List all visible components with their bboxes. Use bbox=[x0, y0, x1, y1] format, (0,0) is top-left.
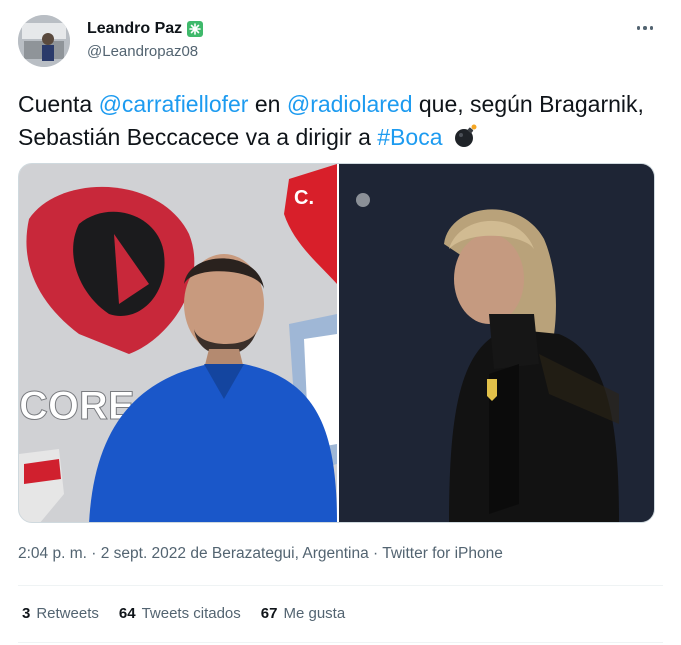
tweet-time[interactable]: 2:04 p. m. bbox=[18, 545, 87, 562]
bomb-icon bbox=[453, 123, 479, 158]
likes-stat[interactable]: 67 Me gusta bbox=[261, 605, 345, 622]
tweet-stats: 3 Retweets 64 Tweets citados 67 Me gusta bbox=[22, 605, 345, 622]
sparkle-badge-icon bbox=[187, 21, 204, 37]
retweets-stat[interactable]: 3 Retweets bbox=[22, 605, 99, 622]
retweets-label: Retweets bbox=[36, 605, 99, 622]
mention-link-1[interactable]: @carrafiellofer bbox=[99, 91, 249, 117]
svg-text:C.: C. bbox=[294, 187, 314, 209]
tweet-metadata: 2:04 p. m. · 2 sept. 2022 de Berazategui… bbox=[18, 545, 503, 563]
tweet-text-prefix: Cuenta bbox=[18, 91, 99, 117]
author-name[interactable]: Leandro Paz bbox=[87, 20, 204, 38]
photo-left[interactable]: C. CORE bbox=[19, 164, 337, 523]
likes-label: Me gusta bbox=[283, 605, 346, 622]
mention-link-2[interactable]: @radiolared bbox=[287, 91, 413, 117]
tweet-media[interactable]: C. CORE bbox=[18, 163, 655, 523]
tweet-date[interactable]: 2 sept. 2022 bbox=[101, 545, 186, 562]
meta-separator-1: · bbox=[86, 545, 101, 562]
tweet-text: Cuenta @carrafiellofer en @radiolared qu… bbox=[18, 88, 658, 158]
meta-separator-2: · bbox=[368, 545, 383, 562]
retweets-count: 3 bbox=[22, 605, 31, 622]
author-name-text: Leandro Paz bbox=[87, 20, 183, 37]
author-handle[interactable]: @Leandropaz08 bbox=[87, 43, 198, 60]
divider-top bbox=[18, 585, 663, 586]
avatar[interactable] bbox=[18, 15, 70, 67]
divider-bottom bbox=[18, 642, 663, 643]
tweet-text-mid-1: en bbox=[248, 91, 287, 117]
photo-right[interactable] bbox=[339, 164, 655, 523]
hashtag-link[interactable]: #Boca bbox=[377, 124, 442, 150]
tweet-location: de Berazategui, Argentina bbox=[186, 545, 369, 562]
likes-count: 67 bbox=[260, 605, 278, 622]
image-text-core: CORE bbox=[19, 384, 135, 428]
tweet-source[interactable]: Twitter for iPhone bbox=[382, 545, 503, 562]
quotes-stat[interactable]: 64 Tweets citados bbox=[119, 605, 241, 622]
quotes-count: 64 bbox=[118, 605, 136, 622]
quotes-label: Tweets citados bbox=[141, 605, 241, 622]
more-options-icon[interactable] bbox=[632, 20, 658, 36]
